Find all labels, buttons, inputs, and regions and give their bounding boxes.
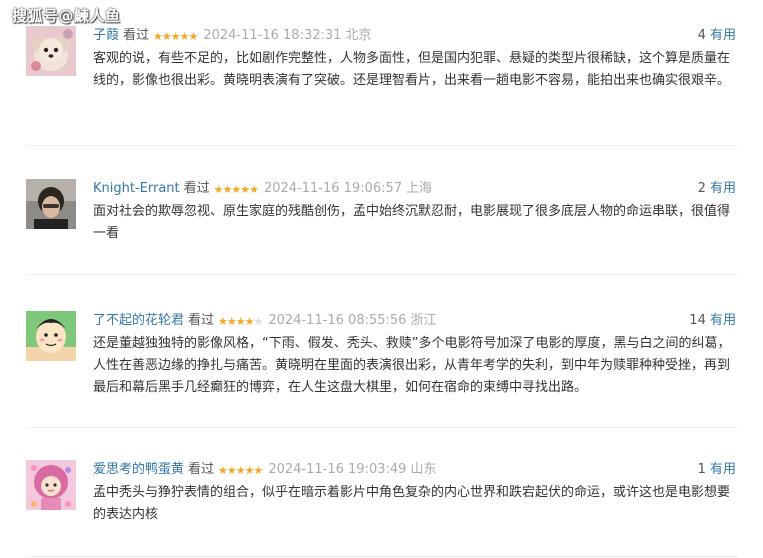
username-link[interactable]: Knight-Errant [93,181,180,196]
review-content: 了不起的花轮君 看过 ★★★★★ 2024-11-16 08:55:56 浙江 14 有… [93,311,738,399]
divider [26,145,738,146]
username-link[interactable]: 子葭 [93,28,119,43]
divider [26,274,738,275]
avatar[interactable] [26,26,76,76]
rating-stars: ★★★★★ [153,27,198,47]
watched-label: 看过 [188,313,215,328]
username-link[interactable]: 了不起的花轮君 [93,313,184,328]
review-location: 北京 [345,28,372,43]
review-text: 还是董越独独特的影像风格，“下雨、假发、秃头、救赎”多个电影符号加深了电影的厚度… [93,336,731,395]
avatar[interactable] [26,460,76,510]
avatar[interactable] [26,179,76,229]
useful-count: 4 [697,28,706,43]
review-text: 面对社会的欺辱忽视、原生家庭的残酷创伤，孟中始终沉默忍耐，电影展现了很多底层人物… [93,204,731,241]
review-content: 爱思考的鸭蛋黄 看过 ★★★★★ 2024-11-16 19:03:49 山东 1 有用… [93,460,738,526]
avatar-image [26,179,76,229]
rating-stars: ★★★★★ [213,180,259,200]
rating-stars: ★★★★★ [218,312,263,332]
useful-button[interactable]: 1 有用 [698,460,736,480]
watermark: 搜狐号@鰊人鱼 [12,7,121,25]
review-meta: 子葭 看过 ★★★★★ 2024-11-16 18:32:31 北京 4 有用 [93,26,738,46]
review-text: 孟中秃头与狰狞表情的组合，似乎在暗示着影片中角色复杂的内心世界和跌宕起伏的命运，… [93,485,731,522]
useful-count: 1 [697,462,706,477]
useful-label: 有用 [709,462,736,477]
useful-label: 有用 [709,181,736,196]
review-meta: 了不起的花轮君 看过 ★★★★★ 2024-11-16 08:55:56 浙江 14 有… [93,311,738,331]
review-location: 上海 [406,181,433,196]
review-time: 2024-11-16 18:32:31 [203,28,342,43]
watched-label: 看过 [123,28,150,43]
review-content: 子葭 看过 ★★★★★ 2024-11-16 18:32:31 北京 4 有用 客观的说… [93,26,738,92]
avatar[interactable] [26,311,76,361]
useful-button[interactable]: 4 有用 [698,26,736,46]
watched-label: 看过 [188,462,215,477]
review-location: 山东 [410,462,437,477]
star-empty-icon: ★ [253,315,263,328]
useful-label: 有用 [709,313,736,328]
username-link[interactable]: 爱思考的鸭蛋黄 [93,462,184,477]
review-text: 客观的说，有些不足的，比如剧作完整性，人物多面性，但是国内犯罪、悬疑的类型片很稀… [93,51,731,88]
useful-count: 14 [689,313,706,328]
useful-count: 2 [697,181,706,196]
star-icon: ★★★★★ [218,464,263,477]
useful-button[interactable]: 2 有用 [698,179,736,199]
review-location: 浙江 [410,313,437,328]
review-content: Knight-Errant 看过 ★★★★★ 2024-11-16 19:06:57 上… [93,179,738,245]
watched-label: 看过 [183,181,210,196]
useful-button[interactable]: 14 有用 [689,311,736,331]
divider [26,427,738,428]
review-meta: 爱思考的鸭蛋黄 看过 ★★★★★ 2024-11-16 19:03:49 山东 1 有用 [93,460,738,480]
review-time: 2024-11-16 19:06:57 [263,181,403,196]
star-icon: ★★★★★ [213,183,259,196]
useful-label: 有用 [709,28,736,43]
review-list-page: 搜狐号@鰊人鱼 子葭 看过 ★★★★★ 2024-11-16 18:32:31 北京 4… [0,0,763,558]
review-time: 2024-11-16 19:03:49 [268,462,407,477]
rating-stars: ★★★★★ [218,461,263,481]
review-meta: Knight-Errant 看过 ★★★★★ 2024-11-16 19:06:57 上… [93,179,738,199]
star-icon: ★★★★★ [153,30,198,43]
avatar-image [26,311,76,361]
review-time: 2024-11-16 08:55:56 [268,313,407,328]
divider [26,556,738,557]
star-icon: ★★★★ [218,315,254,328]
avatar-image [26,460,76,510]
avatar-image [26,26,76,76]
